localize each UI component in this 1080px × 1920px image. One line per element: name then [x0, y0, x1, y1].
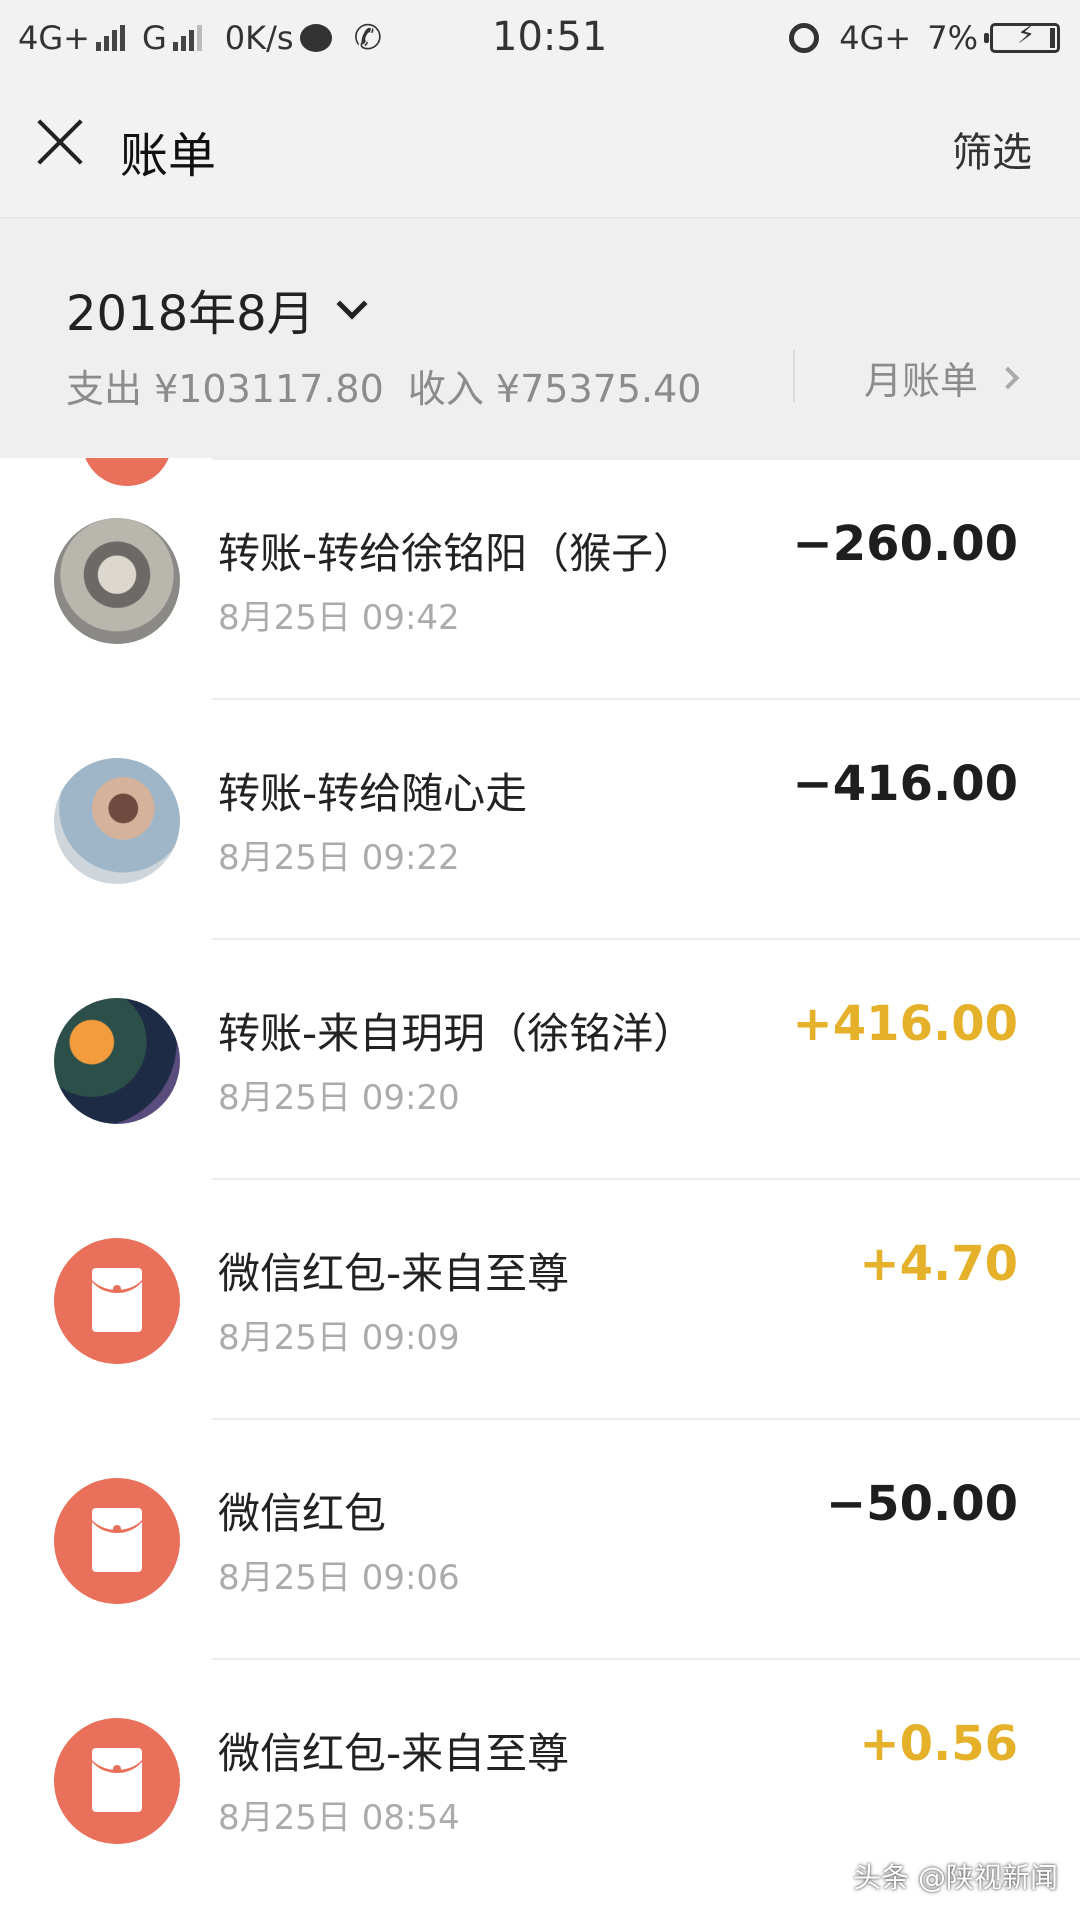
transaction-time: 8月25日 08:54	[218, 1798, 460, 1838]
month-label: 2018年8月	[66, 286, 315, 342]
nav-bar: 账单 筛选	[0, 80, 1080, 218]
transaction-title: 微信红包-来自至尊	[218, 1729, 570, 1778]
transaction-amount: +0.56	[859, 1716, 1018, 1772]
signal-2: G	[142, 19, 205, 57]
month-selector[interactable]: 2018年8月	[66, 274, 368, 344]
signal-1: 4G+	[18, 19, 128, 57]
transaction-time: 8月25日 09:22	[218, 838, 460, 878]
expense-total: 支出 ¥103117.80	[66, 367, 384, 411]
monthly-bill-link[interactable]: 月账单	[864, 350, 1020, 405]
month-summary-header: 2018年8月 支出 ¥103117.80 收入 ¥75375.40 月账单	[0, 218, 1080, 458]
status-bar: 4G+ G 0K/s ✆ 10:51 4G+ 7% ⚡	[0, 0, 1080, 80]
transaction-row[interactable]: 微信红包 8月25日 09:06 −50.00	[0, 1418, 1080, 1658]
transaction-title: 转账-来自玥玥（徐铭洋）	[218, 1009, 696, 1058]
signal-bars-icon	[172, 25, 205, 51]
transaction-amount: −50.00	[825, 1476, 1018, 1532]
close-icon[interactable]	[34, 116, 86, 168]
transaction-row[interactable]: 转账-转给徐铭阳（猴子） 8月25日 09:42 −260.00	[0, 458, 1080, 698]
status-time: 10:51	[492, 14, 608, 60]
transaction-time: 8月25日 09:20	[218, 1078, 460, 1118]
transaction-amount: +4.70	[859, 1236, 1018, 1292]
network-type-3: 4G+	[839, 19, 912, 57]
transaction-title: 微信红包	[218, 1489, 387, 1538]
status-right: 4G+ 7% ⚡	[789, 16, 1060, 60]
network-type-2: G	[141, 19, 167, 57]
filter-button[interactable]: 筛选	[952, 120, 1032, 178]
transaction-amount: −416.00	[792, 756, 1018, 812]
transaction-row[interactable]: 转账-来自玥玥（徐铭洋） 8月25日 09:20 +416.00	[0, 938, 1080, 1178]
red-packet-icon	[54, 1238, 180, 1364]
divider	[793, 350, 795, 402]
transaction-row[interactable]: 转账-转给随心走 8月25日 09:22 −416.00	[0, 698, 1080, 938]
battery-icon: ⚡	[984, 20, 1060, 53]
network-speed: 0K/s	[224, 19, 294, 57]
transaction-row[interactable]: 微信红包-来自至尊 8月25日 09:09 +4.70	[0, 1178, 1080, 1418]
alarm-icon	[789, 23, 820, 53]
transaction-title: 转账-转给随心走	[218, 769, 528, 818]
monthly-bill-label: 月账单	[864, 359, 979, 403]
month-totals: 支出 ¥103117.80 收入 ¥75375.40	[66, 358, 713, 413]
avatar	[54, 998, 180, 1124]
phone-icon: ✆	[353, 18, 383, 58]
network-type-1: 4G+	[18, 19, 90, 57]
transaction-time: 8月25日 09:42	[218, 598, 460, 638]
signal-bars-icon	[95, 25, 128, 51]
transaction-amount: −260.00	[792, 516, 1018, 572]
red-packet-icon	[54, 1478, 180, 1604]
battery-percent: 7%	[927, 19, 978, 57]
watermark: 头条 @陕视新闻	[853, 1861, 1058, 1894]
chevron-down-icon	[336, 288, 368, 320]
chat-notification-icon	[299, 24, 332, 52]
transaction-list[interactable]: 转账-转给徐铭阳（猴子） 8月25日 09:42 −260.00 转账-转给随心…	[0, 458, 1080, 1920]
page-title: 账单	[120, 128, 217, 184]
avatar	[54, 518, 180, 644]
red-packet-icon	[54, 1718, 180, 1844]
charging-icon: ⚡	[1017, 20, 1036, 50]
transaction-time: 8月25日 09:06	[218, 1558, 460, 1598]
transaction-title: 转账-转给徐铭阳（猴子）	[218, 529, 696, 578]
transaction-time: 8月25日 09:09	[218, 1318, 460, 1358]
status-left: 4G+ G 0K/s ✆	[18, 16, 382, 60]
income-total: 收入 ¥75375.40	[407, 367, 702, 411]
chevron-right-icon	[996, 366, 1020, 389]
transaction-amount: +416.00	[792, 996, 1018, 1052]
avatar	[54, 758, 180, 884]
transaction-title: 微信红包-来自至尊	[218, 1249, 570, 1298]
bill-screen: 4G+ G 0K/s ✆ 10:51 4G+ 7% ⚡ 账单 筛选 2018年8…	[0, 0, 1080, 1920]
